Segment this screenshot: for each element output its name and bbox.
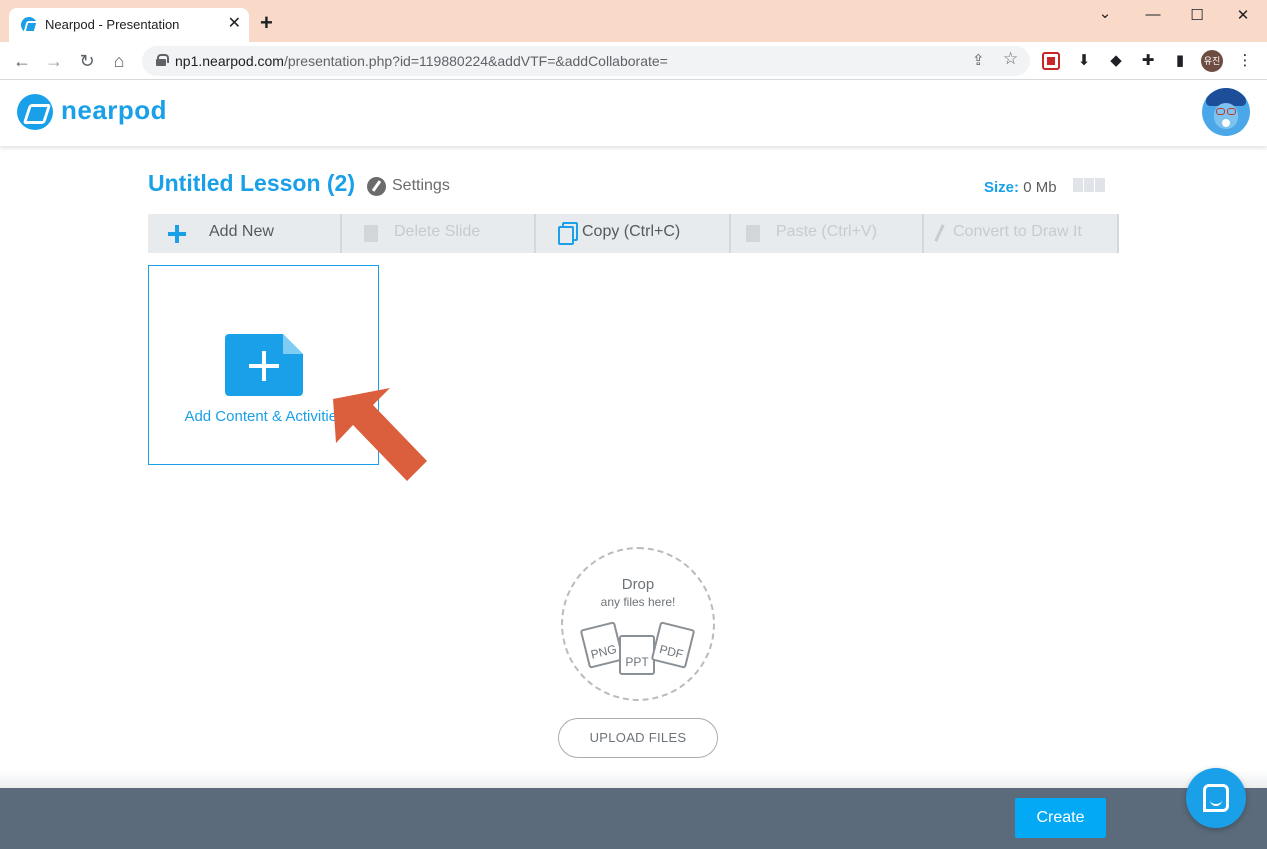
copy-label: Copy (Ctrl+C)	[582, 223, 681, 240]
bookmark-star-icon[interactable]: ☆	[1003, 49, 1018, 69]
upload-files-button[interactable]: UPLOAD FILES	[558, 718, 718, 758]
add-new-label: Add New	[209, 223, 274, 240]
home-icon[interactable]: ⌂	[107, 50, 131, 72]
side-panel-icon[interactable]: ▮	[1171, 52, 1189, 70]
extension-red-icon[interactable]	[1042, 52, 1060, 70]
chat-icon	[1203, 784, 1229, 812]
browser-tab[interactable]: Nearpod - Presentation ✕	[9, 8, 249, 42]
extensions-puzzle-icon[interactable]: ✚	[1139, 52, 1157, 70]
app-header: nearpod	[0, 80, 1267, 146]
pointer-arrow-icon	[333, 388, 427, 481]
ppt-file-icon: PPT	[619, 635, 655, 675]
slide-toolbar: Add New Delete Slide Copy (Ctrl+C) Paste…	[148, 214, 1119, 253]
tab-close-icon[interactable]: ✕	[228, 14, 241, 34]
size-meter-bar	[1073, 178, 1083, 192]
pencil-icon	[934, 224, 945, 242]
url-text[interactable]: np1.nearpod.com/presentation.php?id=1198…	[175, 53, 668, 69]
doc-fold	[283, 334, 303, 354]
nearpod-logo-text[interactable]: nearpod	[61, 95, 167, 126]
window-close-button[interactable]: ✕	[1228, 6, 1258, 24]
tab-search-icon[interactable]: ⌄	[1090, 4, 1120, 22]
convert-draw-it-button[interactable]: Convert to Draw It	[924, 214, 1119, 253]
drop-subtitle: any files here!	[600, 595, 676, 609]
avatar-glasses-right	[1227, 108, 1236, 115]
footer-shadow	[0, 770, 1267, 788]
file-drop-zone[interactable]: Drop any files here! PNG PPT PDF	[561, 547, 715, 701]
tab-title: Nearpod - Presentation	[45, 17, 180, 32]
copy-button[interactable]: Copy (Ctrl+C)	[536, 214, 731, 253]
browser-menu-icon[interactable]: ⋮	[1236, 52, 1254, 70]
reload-icon[interactable]: ↻	[75, 50, 99, 72]
lesson-title[interactable]: Untitled Lesson (2)	[148, 170, 355, 197]
back-icon[interactable]: ←	[10, 50, 34, 72]
browser-tab-strip: Nearpod - Presentation ✕ + ⌄ — ☐ ✕	[0, 0, 1267, 42]
profile-avatar[interactable]: 유진	[1201, 50, 1223, 72]
convert-draw-it-label: Convert to Draw It	[953, 223, 1082, 240]
new-tab-button[interactable]: +	[260, 12, 273, 34]
lock-icon[interactable]	[156, 54, 169, 66]
chat-support-button[interactable]	[1186, 768, 1246, 828]
delete-slide-button[interactable]: Delete Slide	[342, 214, 536, 253]
paste-label: Paste (Ctrl+V)	[776, 223, 877, 240]
avatar-glasses-left	[1216, 108, 1225, 115]
size-meter	[1073, 178, 1106, 192]
add-new-button[interactable]: Add New	[148, 214, 342, 253]
add-document-icon	[225, 334, 303, 396]
create-button[interactable]: Create	[1015, 798, 1106, 838]
nearpod-favicon-icon	[21, 17, 37, 33]
png-file-icon: PNG	[579, 621, 625, 669]
minimize-button[interactable]: —	[1138, 6, 1168, 23]
trash-icon	[364, 225, 378, 242]
share-icon[interactable]: ⇪	[972, 51, 985, 69]
size-meter-bar	[1095, 178, 1105, 192]
pdf-file-icon: PDF	[650, 621, 696, 669]
drop-title: Drop	[621, 576, 655, 593]
size-label: Size:	[984, 179, 1020, 196]
avatar-mouth	[1222, 119, 1230, 127]
address-bar[interactable]: np1.nearpod.com/presentation.php?id=1198…	[142, 46, 1030, 76]
nearpod-logo-icon[interactable]	[17, 94, 53, 130]
size-meter-bar	[1084, 178, 1094, 192]
settings-label: Settings	[392, 177, 450, 194]
size-value: 0 Mb	[1023, 179, 1057, 196]
user-avatar[interactable]	[1202, 88, 1250, 136]
browser-toolbar: ← → ↻ ⌂ np1.nearpod.com/presentation.php…	[0, 42, 1267, 80]
maximize-button[interactable]: ☐	[1182, 6, 1212, 24]
doc-plus-horizontal	[249, 364, 279, 368]
pencil-icon	[367, 177, 386, 196]
extension-gray-icon[interactable]: ◆	[1107, 52, 1125, 70]
copy-icon	[558, 222, 578, 245]
paste-button[interactable]: Paste (Ctrl+V)	[731, 214, 924, 253]
plus-icon	[168, 225, 186, 243]
paste-icon	[746, 225, 760, 242]
forward-icon[interactable]: →	[42, 50, 66, 72]
lesson-size: Size: 0 Mb	[984, 179, 1057, 196]
delete-slide-label: Delete Slide	[394, 223, 481, 240]
download-extension-icon[interactable]: ⬇	[1075, 52, 1093, 70]
